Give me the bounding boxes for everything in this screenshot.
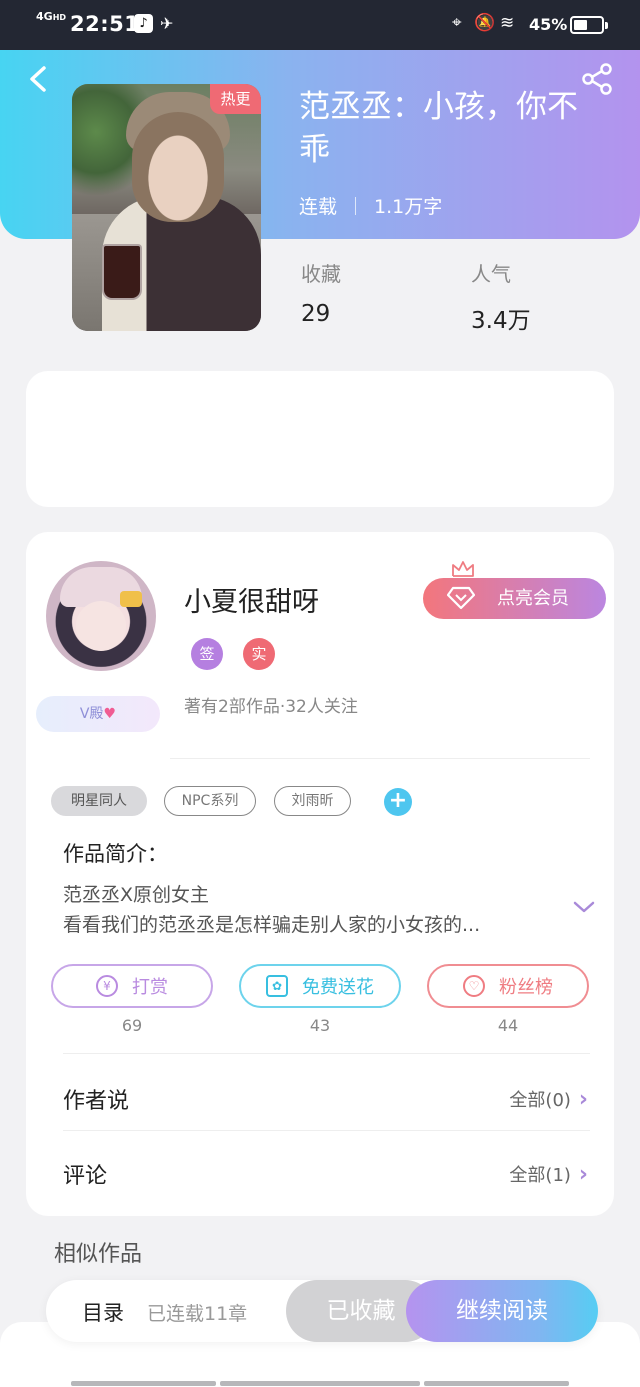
intro-text: 范丞丞X原创女主 看看我们的范丞丞是怎样骗走别人家的小女孩的...	[63, 884, 481, 936]
tag-npc-series[interactable]: NPC系列	[164, 786, 256, 816]
fan-ranking-button[interactable]: ♡ 粉丝榜	[427, 964, 589, 1008]
mute-bell-icon: 🔕	[474, 13, 496, 33]
divider	[63, 1053, 590, 1054]
flower-icon: ✿	[266, 975, 288, 997]
tag-celebrity-fanfic[interactable]: 明星同人	[51, 786, 147, 816]
nav-indicator	[220, 1381, 420, 1386]
vip-level-badge: V殿♥	[36, 696, 160, 732]
activate-vip-button[interactable]: 点亮会员	[423, 578, 606, 619]
diamond-icon	[447, 586, 475, 610]
chevron-right-icon: ›	[578, 1086, 588, 1112]
author-notes-label[interactable]: 作者说	[63, 1083, 129, 1115]
battery-icon	[570, 16, 608, 34]
author-summary: 著有2部作品·32人关注	[184, 697, 358, 717]
serial-status: 连载	[299, 196, 338, 218]
divider	[63, 1130, 590, 1131]
verified-badge: 实	[243, 638, 275, 670]
add-tag-button[interactable]: +	[384, 788, 412, 816]
comments-label[interactable]: 评论	[63, 1158, 107, 1190]
stat-popularity: 人气 3.4万	[471, 262, 531, 334]
nav-indicator	[424, 1381, 569, 1386]
nav-indicator	[71, 1381, 216, 1386]
notification-app-icon: ✈	[160, 14, 174, 33]
similar-works-heading: 相似作品	[54, 1242, 143, 1267]
author-name[interactable]: 小夏很甜呀	[184, 580, 319, 619]
continue-reading-button[interactable]: 继续阅读	[406, 1280, 598, 1342]
comments-all-link[interactable]: 全部(1) ›	[509, 1161, 588, 1187]
crown-icon	[452, 561, 474, 577]
signal-indicator: 4GHD	[36, 10, 67, 23]
yen-icon: ¥	[96, 975, 118, 997]
divider	[170, 758, 590, 759]
stat-favorites: 收藏 29	[301, 262, 341, 327]
fan-count: 44	[497, 1016, 519, 1035]
blank-card	[26, 371, 614, 507]
battery-percent: 45%	[529, 15, 568, 34]
toc-button[interactable]: 目录	[82, 1297, 124, 1327]
author-avatar[interactable]	[46, 561, 156, 671]
book-cover[interactable]	[72, 84, 261, 331]
back-icon[interactable]	[26, 64, 52, 94]
chevron-down-icon[interactable]	[572, 900, 596, 914]
send-flower-button[interactable]: ✿ 免费送花	[239, 964, 401, 1008]
intro-heading: 作品简介：	[63, 842, 168, 866]
clock: 22:51	[70, 12, 140, 36]
flower-count: 43	[309, 1016, 331, 1035]
tag-liu-yuxin[interactable]: 刘雨昕	[274, 786, 351, 816]
book-title: 范丞丞：小孩，你不乖	[299, 89, 578, 168]
location-icon: ⌖	[452, 13, 462, 33]
book-meta: 连载 1.1万字	[299, 192, 442, 219]
wifi-icon: ≋	[500, 13, 515, 33]
tip-button[interactable]: ¥ 打赏	[51, 964, 213, 1008]
hot-update-badge: 热更	[210, 84, 261, 114]
heart-icon: ♥	[103, 706, 117, 722]
chevron-right-icon: ›	[578, 1161, 588, 1187]
tip-count: 69	[121, 1016, 143, 1035]
signed-badge: 签	[191, 638, 223, 670]
chapter-count: 已连载11章	[147, 1303, 248, 1325]
tiktok-icon: ♪	[134, 14, 153, 33]
word-count: 1.1万字	[374, 196, 443, 218]
status-bar: 4GHD 22:51 ♪ ✈ ⌖ 🔕 ≋ 45%	[0, 0, 640, 50]
author-notes-all-link[interactable]: 全部(0) ›	[509, 1086, 588, 1112]
user-heart-icon: ♡	[463, 975, 485, 997]
